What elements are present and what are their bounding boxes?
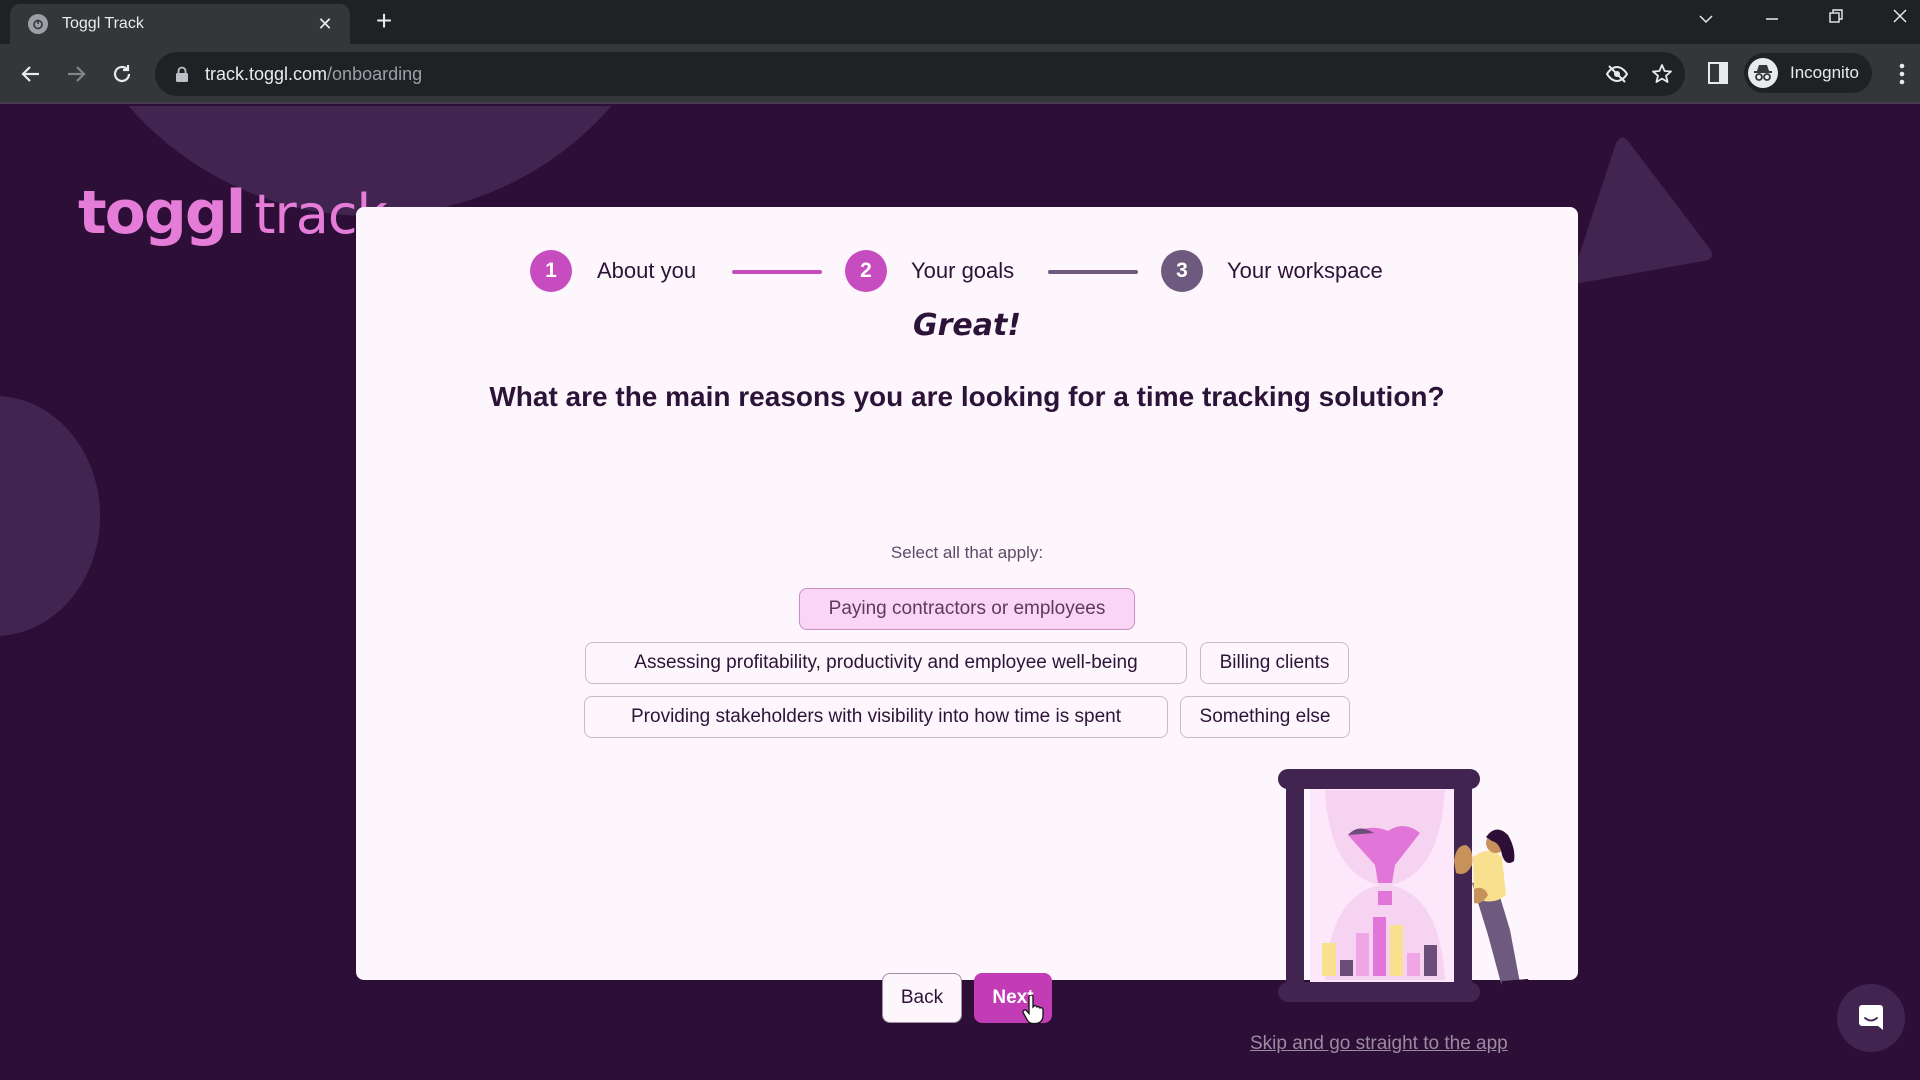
restore-button[interactable] xyxy=(1816,4,1856,32)
question-title: What are the main reasons you are lookin… xyxy=(489,381,1445,412)
step-3-indicator: 3 xyxy=(1161,250,1203,292)
browser-tab-bar: Toggl Track ✕ + xyxy=(0,0,1920,44)
browser-toolbar: track.toggl.com/onboarding Incognito xyxy=(0,44,1920,104)
select-hint: Select all that apply: xyxy=(890,543,1044,562)
step-1-indicator: 1 xyxy=(530,250,572,292)
reload-icon[interactable] xyxy=(105,57,139,91)
step-connector-completed xyxy=(732,270,822,274)
tracking-protection-eye-off-icon[interactable] xyxy=(1605,62,1629,86)
toggl-track-logo: toggl track xyxy=(78,178,388,248)
incognito-profile-button[interactable]: Incognito xyxy=(1744,53,1872,93)
tab-title: Toggl Track xyxy=(62,15,144,32)
step-2-label: Your goals xyxy=(911,258,1015,283)
chat-icon xyxy=(1859,1005,1883,1030)
option-something-else[interactable]: Something else xyxy=(1180,696,1350,738)
onboarding-page: toggl track 1 About you 2 Your goals 3 Y… xyxy=(0,106,1920,1080)
bookmark-star-icon[interactable] xyxy=(1650,62,1674,86)
hourglass-illustration xyxy=(1278,769,1530,1002)
option-providing-stakeholders-visibility[interactable]: Providing stakeholders with visibility i… xyxy=(584,696,1168,738)
browser-tab[interactable]: Toggl Track ✕ xyxy=(10,4,350,44)
minimize-button[interactable] xyxy=(1752,4,1792,32)
option-assessing-profitability[interactable]: Assessing profitability, productivity an… xyxy=(585,642,1187,684)
option-paying-contractors[interactable]: Paying contractors or employees xyxy=(799,588,1135,630)
url-text: track.toggl.com/onboarding xyxy=(205,63,423,84)
browser-menu-icon[interactable] xyxy=(1894,60,1910,88)
step-2-indicator: 2 xyxy=(845,250,887,292)
back-nav-icon[interactable] xyxy=(14,57,48,91)
lock-icon xyxy=(176,66,188,82)
address-bar[interactable]: track.toggl.com/onboarding xyxy=(155,52,1685,96)
onboarding-stepper: 1 About you 2 Your goals 3 Your workspac… xyxy=(356,250,1578,294)
encouragement-heading: Great! xyxy=(912,308,1022,343)
forward-nav-icon[interactable] xyxy=(59,57,93,91)
tab-search-chevron-icon[interactable] xyxy=(1686,4,1726,32)
close-window-button[interactable] xyxy=(1880,4,1920,32)
side-panel-icon[interactable] xyxy=(1708,62,1728,84)
back-button[interactable]: Back xyxy=(882,973,962,1023)
new-tab-button[interactable]: + xyxy=(370,7,398,36)
option-billing-clients[interactable]: Billing clients xyxy=(1200,642,1349,684)
toggl-favicon-icon xyxy=(28,14,48,34)
step-3-label: Your workspace xyxy=(1227,258,1383,283)
background-triangle-decoration xyxy=(1572,137,1712,284)
incognito-icon xyxy=(1748,58,1778,88)
step-connector-upcoming xyxy=(1048,270,1138,274)
background-circle-decoration xyxy=(0,396,100,636)
support-chat-button[interactable] xyxy=(1837,984,1905,1052)
close-tab-icon[interactable]: ✕ xyxy=(314,13,336,35)
skip-to-app-link[interactable]: Skip and go straight to the app xyxy=(1250,1033,1508,1055)
hand-pointer-cursor-icon xyxy=(1022,995,1044,1025)
onboarding-card: 1 About you 2 Your goals 3 Your workspac… xyxy=(356,207,1578,1054)
incognito-label: Incognito xyxy=(1790,63,1859,82)
step-1-label: About you xyxy=(597,258,697,283)
